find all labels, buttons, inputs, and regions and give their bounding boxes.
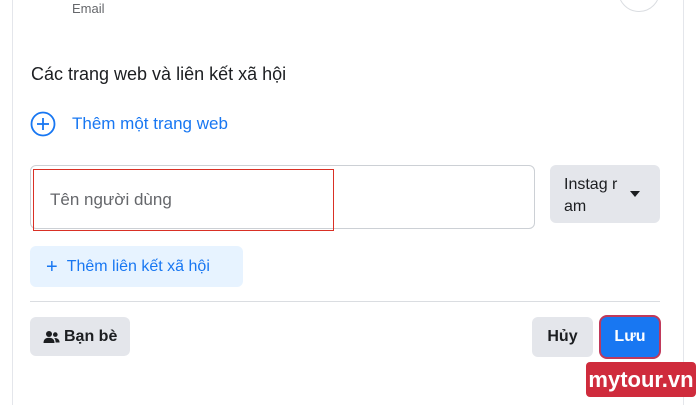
divider (30, 301, 660, 302)
panel-right-border (683, 0, 684, 405)
add-social-link-button[interactable]: + Thêm liên kết xã hội (30, 246, 243, 287)
edit-circle-button[interactable] (618, 0, 660, 12)
audience-label: Bạn bè (64, 327, 118, 345)
panel-left-border (12, 0, 13, 405)
add-website-button[interactable]: Thêm một trang web (30, 110, 228, 138)
friends-icon (43, 330, 60, 343)
social-network-value: Instag ram (564, 176, 618, 215)
cancel-button[interactable]: Hủy (532, 317, 593, 357)
section-title: Các trang web và liên kết xã hội (31, 64, 287, 84)
add-website-label: Thêm một trang web (72, 114, 228, 133)
plus-icon: + (46, 255, 58, 278)
watermark-logo: mytour.vn (586, 362, 696, 397)
add-social-link-label: Thêm liên kết xã hội (66, 257, 210, 275)
username-input[interactable] (33, 169, 334, 231)
email-caption: Email (72, 1, 105, 16)
plus-circle-icon (30, 111, 56, 137)
save-button[interactable]: Lưu (601, 317, 659, 357)
audience-selector-button[interactable]: Bạn bè (30, 317, 130, 356)
social-network-select[interactable]: Instag ram (550, 165, 660, 223)
caret-down-icon (630, 191, 640, 197)
